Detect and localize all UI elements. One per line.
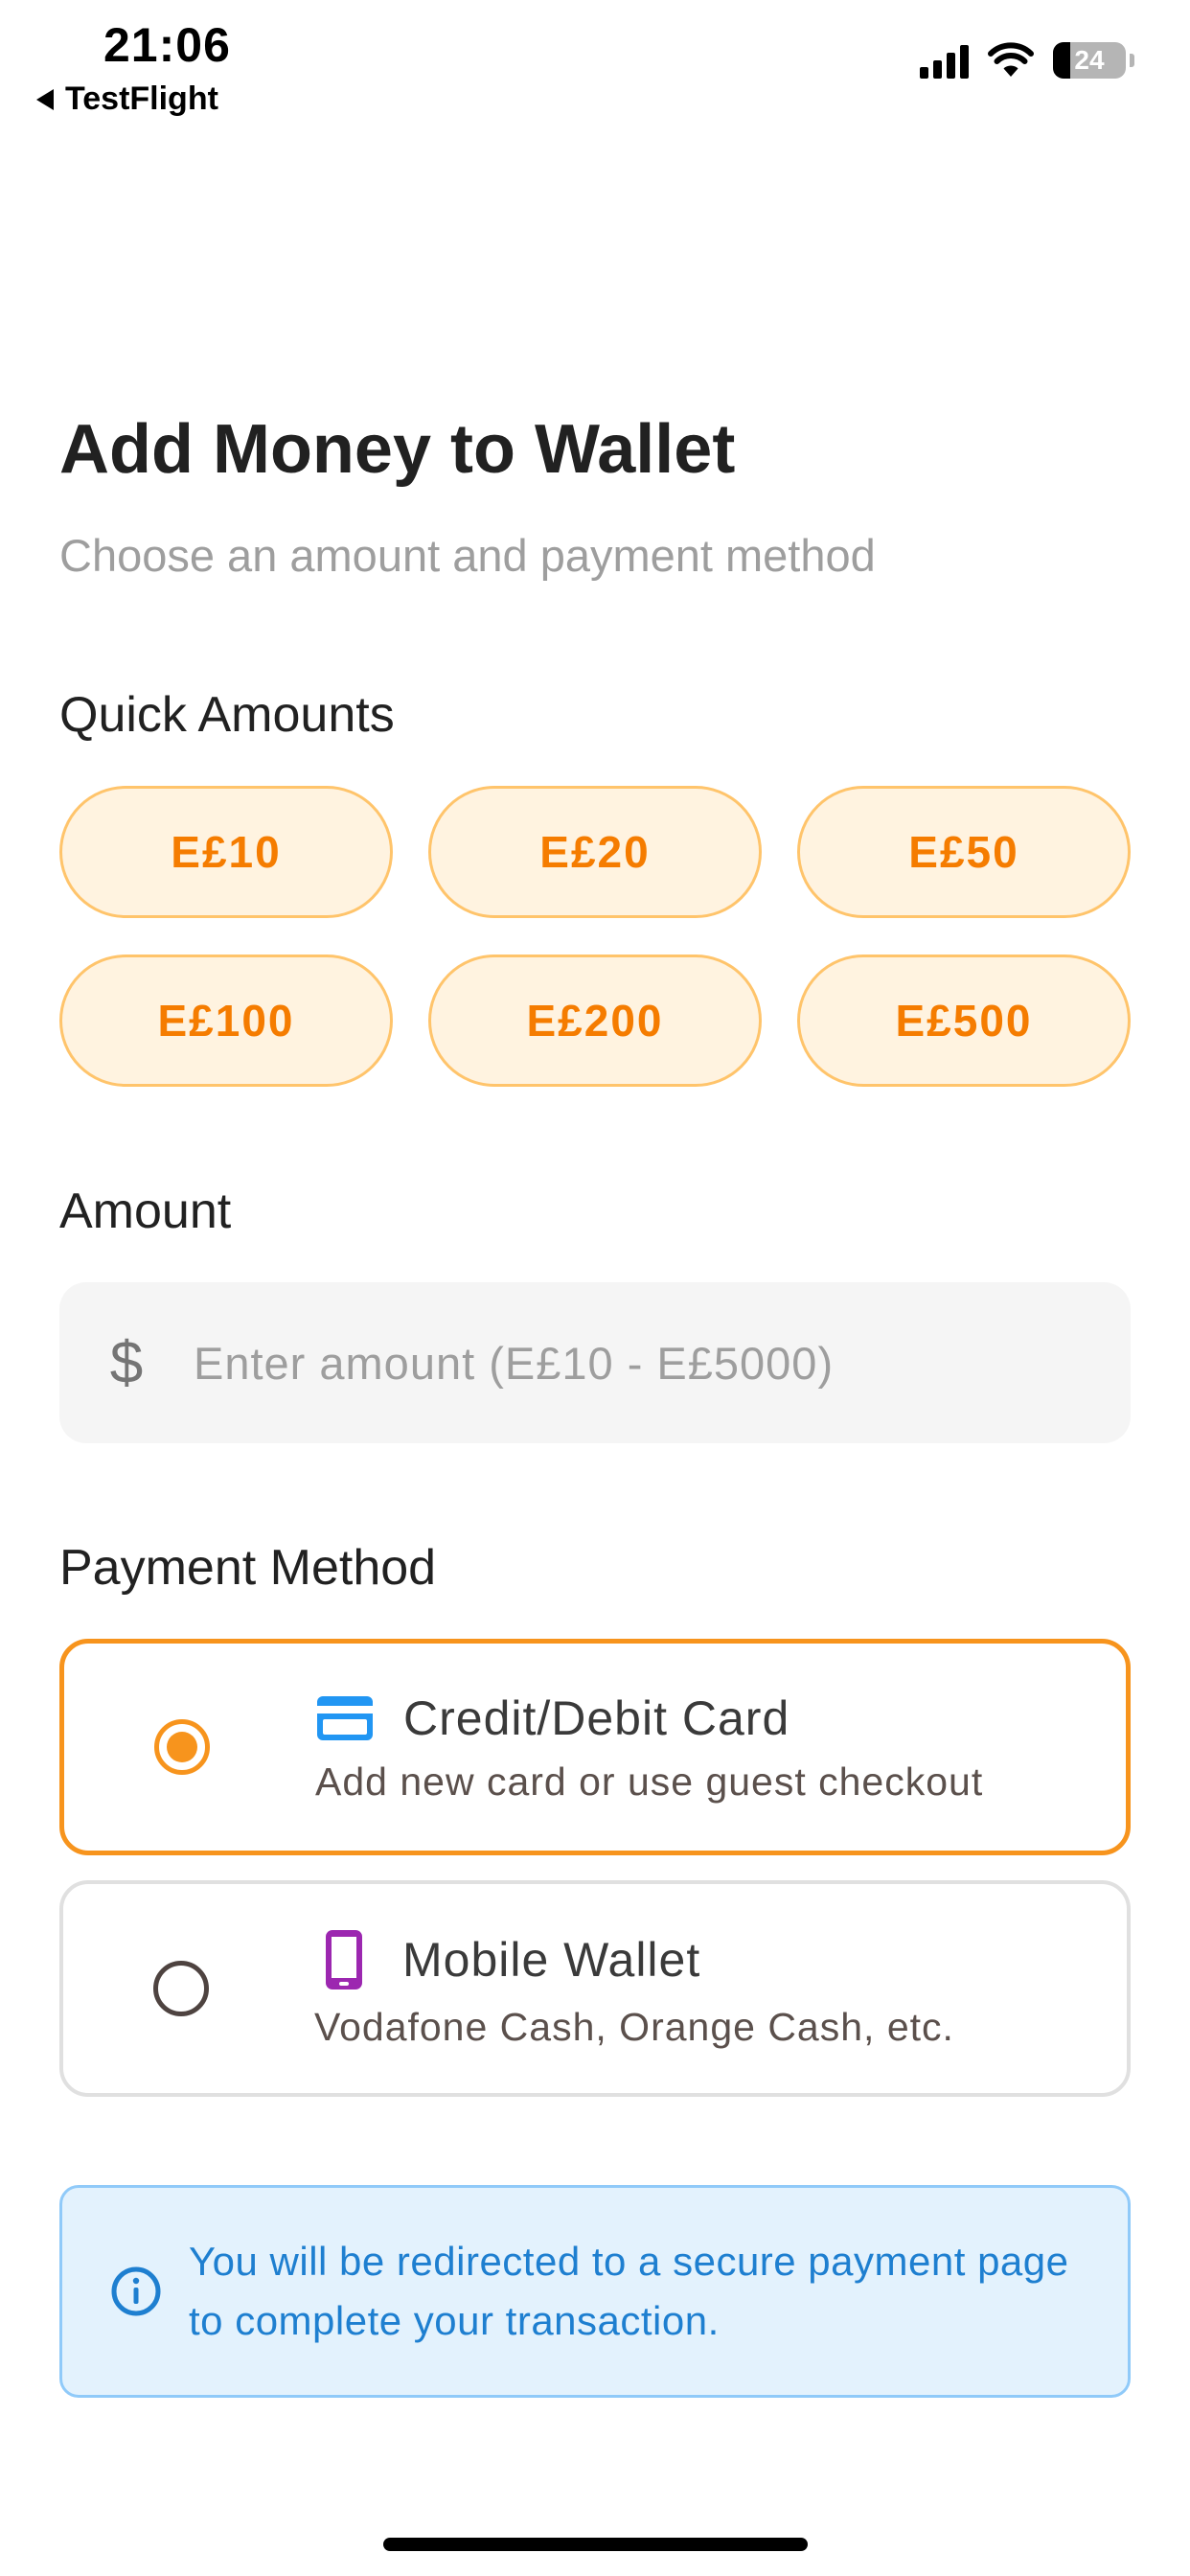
quick-amounts-grid: E£10 E£20 E£50 E£100 E£200 E£500: [59, 786, 1131, 1087]
payment-option-description: Add new card or use guest checkout: [315, 1759, 984, 1804]
wifi-icon: [988, 42, 1034, 77]
amount-field[interactable]: $: [59, 1282, 1131, 1443]
page-title: Add Money to Wallet: [59, 411, 736, 488]
home-indicator[interactable]: [383, 2538, 808, 2551]
battery-level: 24: [1074, 45, 1105, 75]
payment-option-description: Vodafone Cash, Orange Cash, etc.: [314, 2004, 954, 2049]
status-time: 21:06: [103, 18, 231, 72]
payment-option-title: Mobile Wallet: [402, 1932, 701, 1987]
back-app-label: TestFlight: [65, 80, 218, 117]
mobile-phone-icon: [326, 1929, 362, 1990]
back-to-app-button[interactable]: TestFlight: [36, 80, 218, 118]
quick-amount-chip[interactable]: E£20: [428, 786, 762, 918]
quick-amount-chip[interactable]: E£500: [797, 954, 1131, 1087]
payment-option-title: Credit/Debit Card: [403, 1690, 790, 1745]
page-subtitle: Choose an amount and payment method: [59, 530, 876, 581]
secure-redirect-notice: You will be redirected to a secure payme…: [59, 2185, 1131, 2398]
quick-amounts-label: Quick Amounts: [59, 687, 395, 743]
payment-option-mobile-wallet[interactable]: Mobile Wallet Vodafone Cash, Orange Cash…: [59, 1880, 1131, 2097]
quick-amount-chip[interactable]: E£10: [59, 786, 393, 918]
status-indicators: 24: [920, 42, 1134, 79]
payment-method-label: Payment Method: [59, 1540, 437, 1596]
info-icon: [111, 2266, 161, 2316]
radio-unselected-icon[interactable]: [153, 1961, 209, 2016]
quick-amount-chip[interactable]: E£200: [428, 954, 762, 1087]
radio-selected-icon[interactable]: [154, 1719, 210, 1775]
cellular-signal-icon: [920, 42, 969, 79]
credit-card-icon: [317, 1695, 373, 1740]
amount-input[interactable]: [123, 1336, 1131, 1390]
back-arrow-icon: [36, 88, 54, 110]
payment-option-card[interactable]: Credit/Debit Card Add new card or use gu…: [59, 1639, 1131, 1855]
battery-icon: 24: [1053, 42, 1126, 79]
quick-amount-chip[interactable]: E£100: [59, 954, 393, 1087]
quick-amount-chip[interactable]: E£50: [797, 786, 1131, 918]
amount-label: Amount: [59, 1184, 232, 1239]
info-text: You will be redirected to a secure payme…: [189, 2239, 1069, 2343]
